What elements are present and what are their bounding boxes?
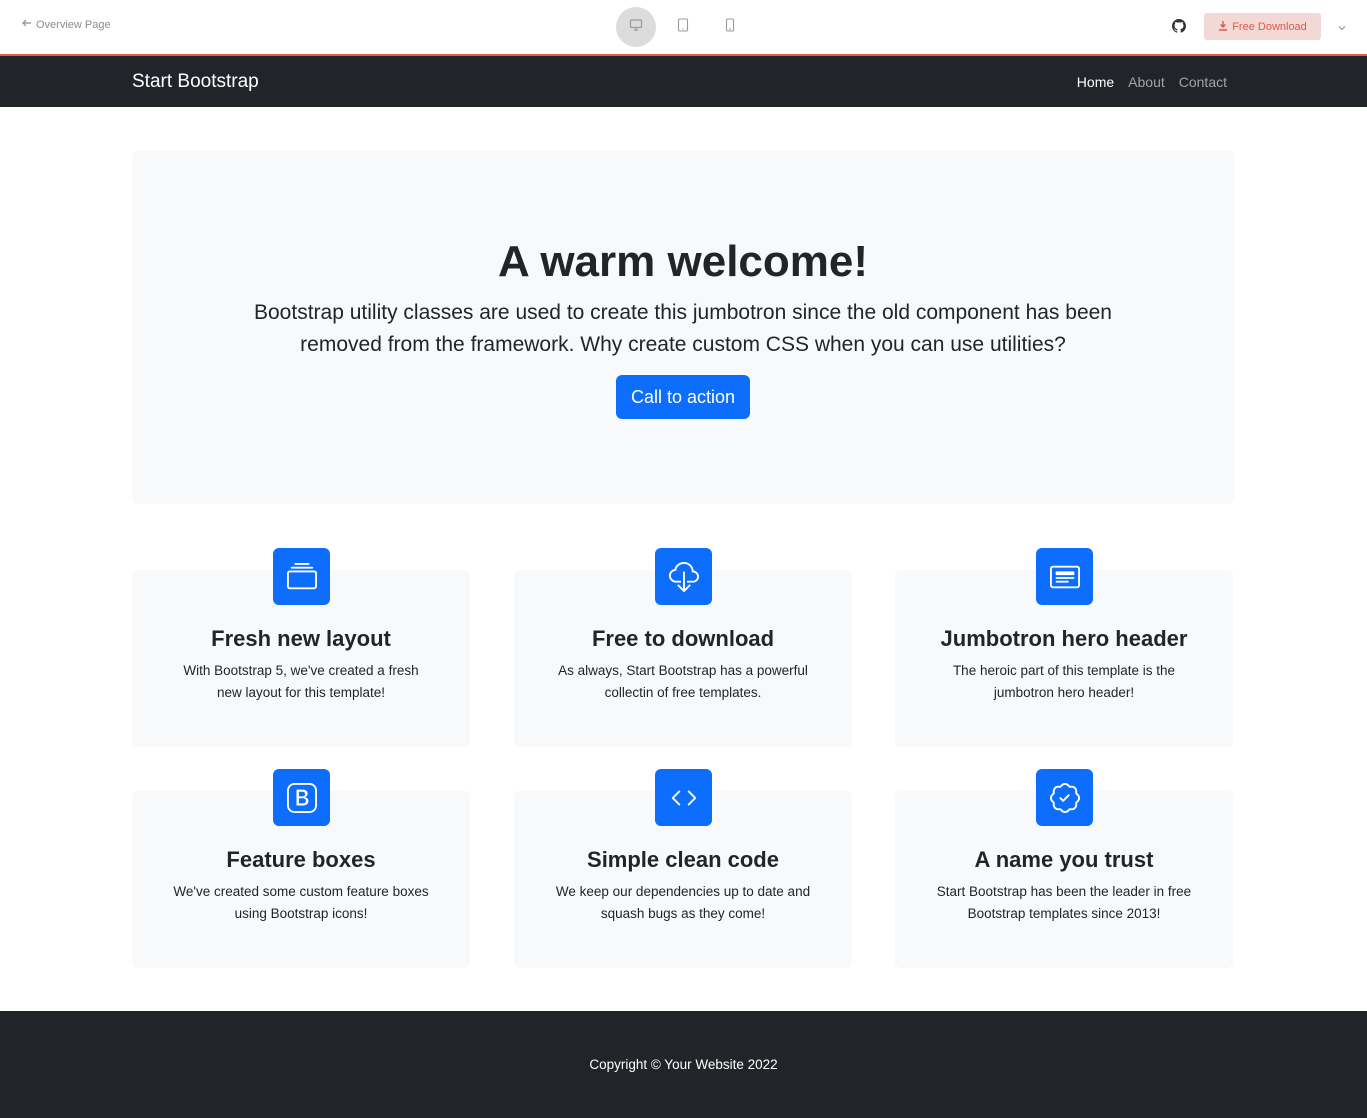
feature-card-name-you-trust: A name you trust Start Bootstrap has bee…: [895, 769, 1233, 968]
feature-text: We keep our dependencies up to date and …: [555, 884, 811, 921]
code-icon: [655, 769, 712, 826]
feature-card-feature-boxes: Feature boxes We've created some custom …: [132, 769, 470, 968]
card-heading-icon: [1036, 548, 1093, 605]
copyright-text: Copyright © Your Website 2022: [589, 1057, 778, 1072]
nav-link-about[interactable]: About: [1128, 74, 1165, 90]
feature-title: A name you trust: [974, 847, 1154, 872]
feature-text: Start Bootstrap has been the leader in f…: [936, 884, 1192, 921]
feature-card-fresh-layout: Fresh new layout With Bootstrap 5, we've…: [132, 548, 470, 747]
hero-jumbotron: A warm welcome! Bootstrap utility classe…: [132, 151, 1234, 504]
feature-title: Free to download: [591, 626, 775, 651]
feature-card-jumbotron: Jumbotron hero header The heroic part of…: [895, 548, 1233, 747]
feature-title: Simple clean code: [587, 847, 779, 872]
arrow-left-icon: [22, 18, 32, 31]
phone-view-button[interactable]: [710, 7, 750, 47]
free-download-label: Free Download: [1232, 20, 1307, 33]
feature-card-free-download: Free to download As always, Start Bootst…: [514, 548, 852, 747]
phone-icon: [725, 17, 735, 37]
feature-title: Fresh new layout: [211, 626, 391, 651]
nav-links: Home About Contact: [1077, 74, 1227, 90]
feature-title: Jumbotron hero header: [940, 626, 1188, 651]
preview-toolbar: Overview Page Free Download: [0, 0, 1367, 56]
hero-title: A warm welcome!: [497, 237, 869, 286]
nav-link-contact[interactable]: Contact: [1179, 74, 1227, 90]
hero-lead: Bootstrap utility classes are used to cr…: [254, 301, 1112, 356]
tablet-view-button[interactable]: [663, 7, 703, 47]
overview-page-label: Overview Page: [36, 18, 111, 31]
tablet-icon: [677, 17, 689, 37]
site-navbar: Start Bootstrap Home About Contact: [0, 56, 1367, 107]
feature-text: With Bootstrap 5, we've created a fresh …: [183, 663, 419, 700]
device-switcher: [616, 7, 750, 47]
feature-text: As always, Start Bootstrap has a powerfu…: [558, 663, 808, 700]
feature-text: The heroic part of this template is the …: [952, 663, 1176, 700]
feature-card-clean-code: Simple clean code We keep our dependenci…: [514, 769, 852, 968]
collection-icon: [273, 548, 330, 605]
call-to-action-button[interactable]: Call to action: [616, 375, 750, 419]
site-footer: Copyright © Your Website 2022: [0, 1011, 1367, 1118]
desktop-view-button[interactable]: [616, 7, 656, 47]
github-icon[interactable]: [1172, 19, 1187, 33]
overview-page-link[interactable]: Overview Page: [22, 18, 111, 31]
patch-check-icon: [1036, 769, 1093, 826]
download-icon: [1218, 20, 1228, 34]
navbar-brand[interactable]: Start Bootstrap: [132, 71, 259, 93]
free-download-button[interactable]: Free Download: [1204, 13, 1321, 40]
cloud-download-icon: [655, 548, 712, 605]
feature-text: We've created some custom feature boxes …: [173, 884, 429, 921]
desktop-icon: [629, 18, 643, 37]
feature-title: Feature boxes: [226, 847, 376, 872]
nav-link-home[interactable]: Home: [1077, 74, 1114, 90]
bootstrap-icon: [273, 769, 330, 826]
chevron-down-icon[interactable]: [1337, 20, 1347, 31]
